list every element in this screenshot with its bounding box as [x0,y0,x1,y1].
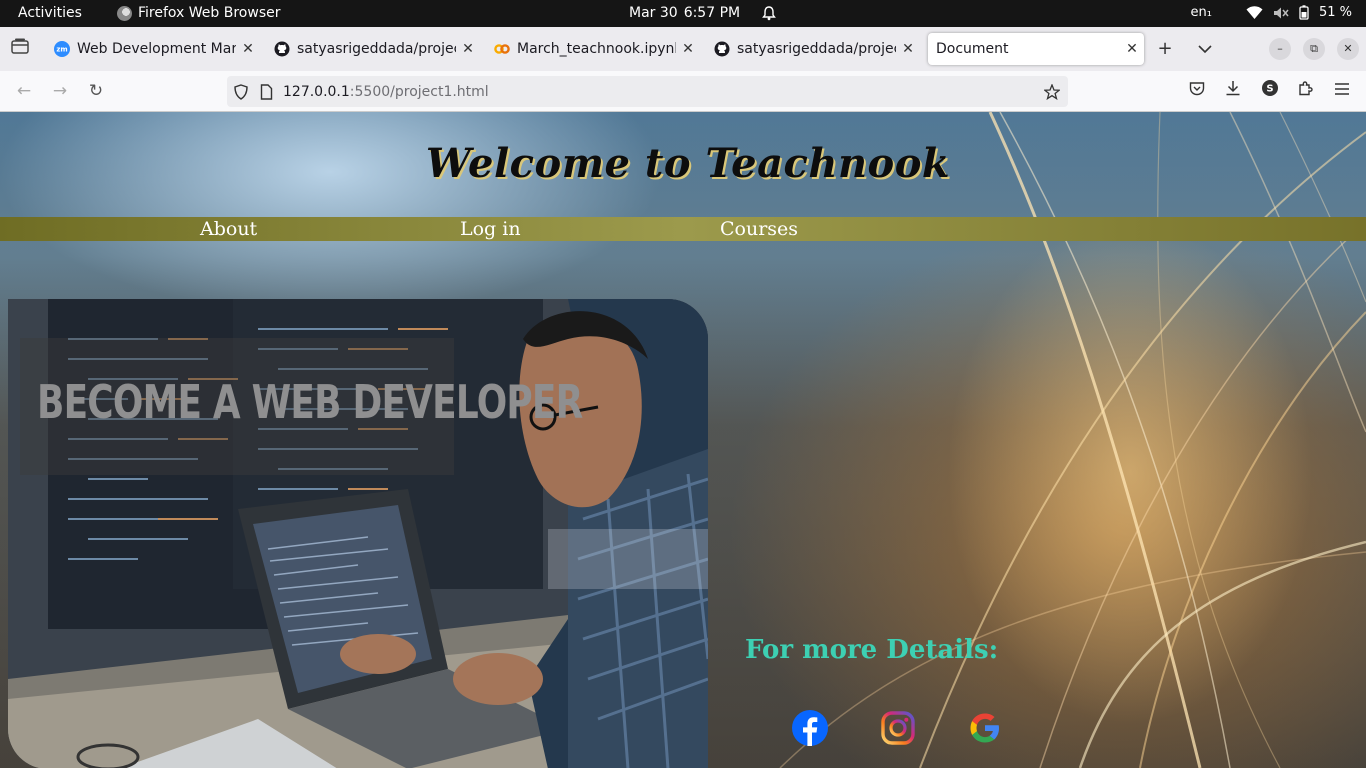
url-bar[interactable]: 127.0.0.1:5500/project1.html [227,76,1068,107]
pocket-icon [1189,82,1205,96]
close-tab-icon[interactable]: ✕ [240,41,256,57]
battery-percent: 51 % [1318,5,1352,20]
plus-icon: + [1157,38,1173,59]
tab-title: Document [936,41,1009,57]
forward-arrow-icon: → [52,81,68,101]
tab-github-project-2[interactable]: satyasrigeddada/project ✕ [708,33,920,65]
svg-text:S: S [1266,84,1273,95]
navigation-toolbar: ← → ↻ 127.0.0.1:5500/project1.html S [0,71,1366,112]
facebook-icon[interactable] [792,710,828,746]
google-icon[interactable] [967,710,1003,746]
restore-button[interactable]: ⧉ [1303,38,1325,60]
reload-icon: ↻ [88,81,104,101]
url-host: 127.0.0.1 [283,83,350,100]
tab-document[interactable]: Document ✕ [928,33,1144,65]
downloads-button[interactable] [1221,79,1245,103]
close-tab-icon[interactable]: ✕ [900,41,916,57]
system-top-bar: Activities Firefox Web Browser Mar 30 6:… [0,0,1366,27]
tab-title: March_teachnook.ipynb [517,41,676,57]
back-button[interactable]: ← [12,79,36,103]
extensions-button[interactable] [1294,79,1318,103]
system-tray[interactable]: en₁ 51 % [1191,5,1352,20]
svg-text:zm: zm [56,46,67,54]
page-title: Welcome to Teachnook [425,140,951,187]
details-label: For more Details: [745,635,999,665]
download-icon [1226,81,1240,96]
forward-button[interactable]: → [48,79,72,103]
tracking-protection-shield-icon[interactable] [234,83,248,100]
restore-icon: ⧉ [1310,42,1318,55]
chevron-down-icon [1198,45,1212,54]
battery-icon [1299,5,1309,20]
page-icon[interactable] [260,83,273,100]
tab-colab-notebook[interactable]: March_teachnook.ipynb ✕ [488,33,700,65]
tab-web-development[interactable]: zm Web Development March ✕ [48,33,260,65]
puzzle-piece-icon [1299,81,1313,96]
github-icon [714,41,730,57]
tab-github-project[interactable]: satyasrigeddada/project ✕ [268,33,480,65]
nav-link-about[interactable]: About [200,217,257,241]
back-arrow-icon: ← [16,81,32,101]
new-tab-button[interactable]: + [1153,37,1177,61]
firefox-icon [117,5,132,21]
reload-button[interactable]: ↻ [84,79,108,103]
keyboard-language[interactable]: en₁ [1191,5,1212,20]
list-all-tabs-button[interactable] [1193,37,1217,61]
tab-strip: zm Web Development March ✕ satyasrigedda… [0,27,1366,71]
clock[interactable]: Mar 30 6:57 PM [629,5,777,21]
hamburger-menu-icon [1335,83,1349,95]
minimize-icon: – [1277,42,1283,55]
instagram-icon[interactable] [880,710,916,746]
minimize-button[interactable]: – [1269,38,1291,60]
colab-icon [494,41,510,57]
close-tab-icon[interactable]: ✕ [680,41,696,57]
hero-heading: BECOME A WEB DEVELOPER [37,375,583,429]
close-tab-icon[interactable]: ✕ [1124,41,1140,57]
volume-muted-icon [1273,7,1289,18]
wifi-icon [1246,6,1263,19]
app-name: Firefox Web Browser [138,5,281,21]
account-button[interactable]: S [1258,79,1282,103]
app-menu-button[interactable] [1330,79,1354,103]
nav-link-login[interactable]: Log in [460,217,521,241]
clock-date: Mar 30 [629,5,678,21]
pocket-button[interactable] [1185,79,1209,103]
activities-button[interactable]: Activities [18,5,82,21]
hero-image: BECOME A WEB DEVELOPER [8,299,708,768]
app-menu[interactable]: Firefox Web Browser [117,5,281,21]
account-avatar-icon: S [1262,80,1278,96]
bookmark-star-icon[interactable] [1044,83,1060,100]
close-tab-icon[interactable]: ✕ [460,41,476,57]
alarm-bell-icon [762,5,777,20]
zoom-icon: zm [54,41,70,57]
close-window-button[interactable]: ✕ [1337,38,1359,60]
details-heading: For more Details: [745,635,998,665]
tab-title: Web Development March [77,41,236,57]
firefox-view-button[interactable] [8,37,32,61]
nav-menu: About Log in Courses [0,217,1366,241]
tab-title: satyasrigeddada/project [297,41,456,57]
clock-time: 6:57 PM [683,5,741,21]
github-icon [274,41,290,57]
page-viewport: Welcome to Teachnook About Log in Course… [0,112,1366,768]
tab-title: satyasrigeddada/project [737,41,896,57]
firefox-view-icon [11,38,29,54]
close-icon: ✕ [1343,42,1353,55]
nav-link-courses[interactable]: Courses [720,217,798,241]
url-path: :5500/project1.html [349,83,489,100]
